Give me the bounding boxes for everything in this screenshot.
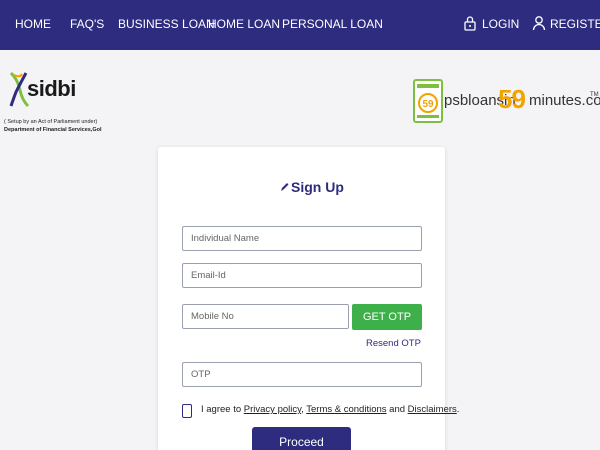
resend-otp-link[interactable]: Resend OTP <box>366 338 421 349</box>
signup-title: Sign Up <box>291 179 344 195</box>
svg-text:59: 59 <box>422 99 434 110</box>
top-nav: HOME FAQ'S BUSINESS LOAN HOME LOAN PERSO… <box>0 0 600 50</box>
nav-personal-loan[interactable]: PERSONAL LOAN <box>282 17 383 31</box>
pencil-icon <box>281 183 289 191</box>
otp-input[interactable] <box>182 362 422 387</box>
sidbi-tagline: ( Setup by an Act of Parliament under) <box>4 119 98 125</box>
get-otp-button[interactable]: GET OTP <box>352 304 422 330</box>
psb-brand-number: 59 <box>498 84 526 114</box>
nav-login[interactable]: LOGIN <box>482 17 519 31</box>
sidbi-department: Department of Financial Services,GoI <box>4 127 102 133</box>
agree-period: . <box>456 404 460 415</box>
nav-register[interactable]: REGISTER <box>550 17 600 31</box>
individual-name-input[interactable] <box>182 226 422 251</box>
psb-badge-icon: 59 <box>413 79 443 123</box>
proceed-button[interactable]: Proceed <box>252 427 351 450</box>
email-input[interactable] <box>182 263 422 288</box>
disclaimers-link[interactable]: Disclaimers <box>408 404 457 415</box>
agree-comma: , <box>301 404 304 415</box>
psb-trademark: TM <box>590 92 599 98</box>
user-icon[interactable] <box>532 15 546 31</box>
mobile-input[interactable] <box>182 304 349 329</box>
privacy-policy-link[interactable]: Privacy policy <box>244 404 301 415</box>
agree-checkbox[interactable] <box>182 404 192 418</box>
agree-prefix: I agree to <box>201 404 242 415</box>
lock-icon[interactable] <box>463 15 477 31</box>
sidbi-brand-text: sidbi <box>27 76 76 101</box>
nav-home-loan[interactable]: HOME LOAN <box>208 17 280 31</box>
nav-business-loan[interactable]: BUSINESS LOAN <box>118 17 215 31</box>
agree-and: and <box>389 404 406 415</box>
terms-link[interactable]: Terms & conditions <box>306 404 386 415</box>
nav-home[interactable]: HOME <box>15 17 51 31</box>
nav-faqs[interactable]: FAQ'S <box>70 17 104 31</box>
agree-text: I agree to Privacy policy, Terms & condi… <box>201 404 459 415</box>
